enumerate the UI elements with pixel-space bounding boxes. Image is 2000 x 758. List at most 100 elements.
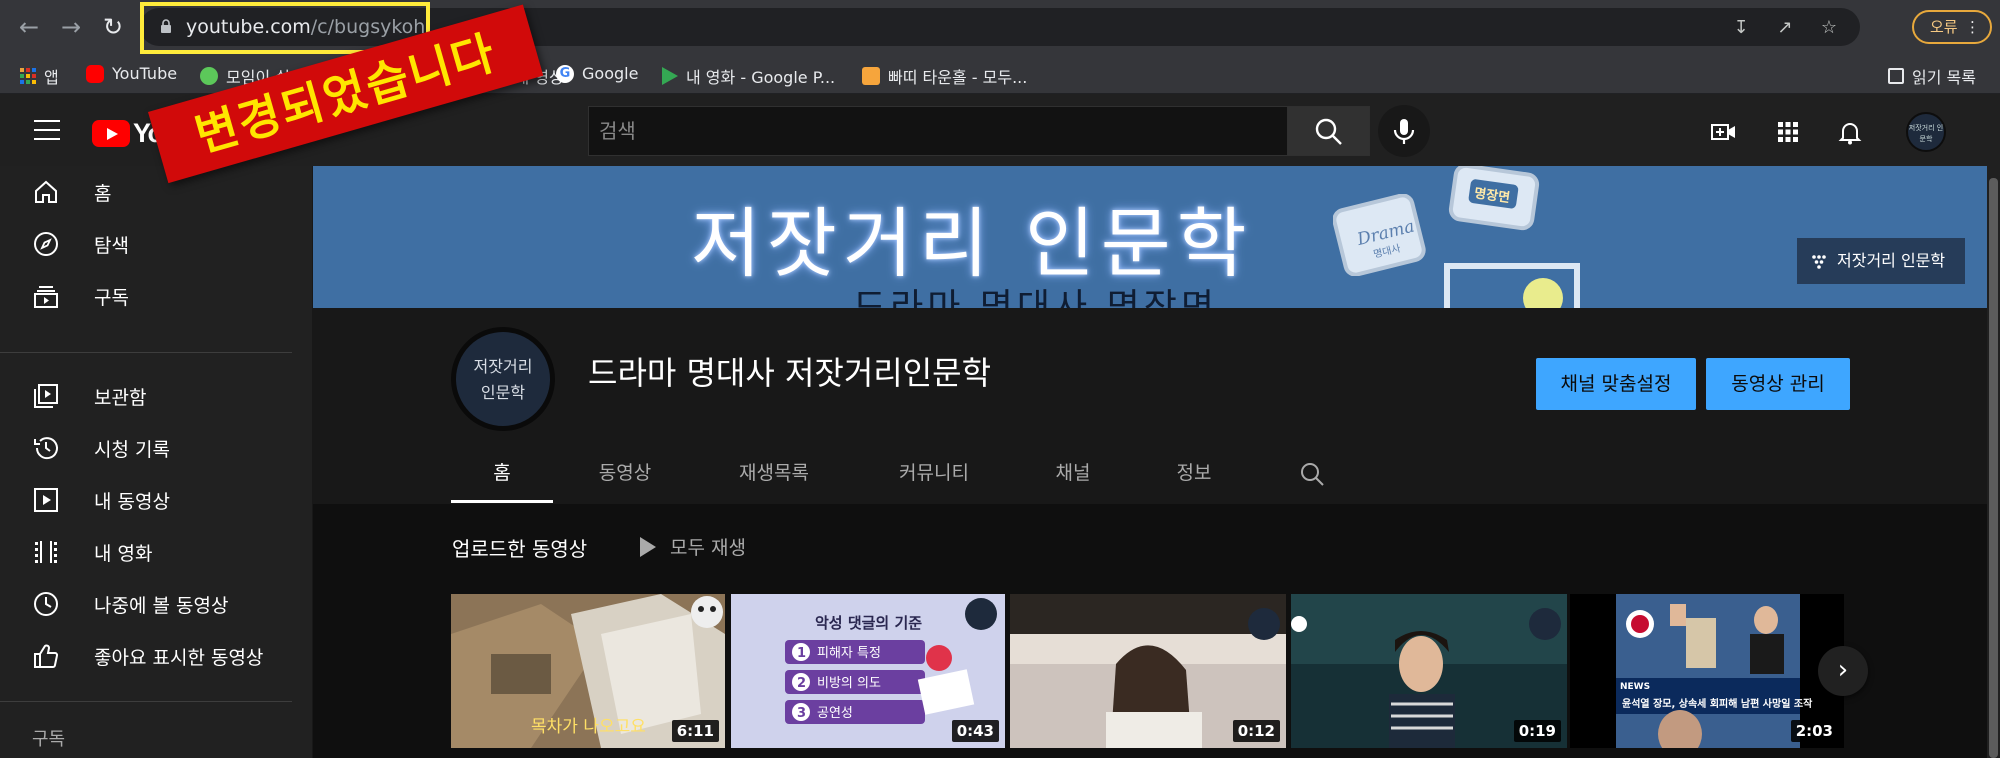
account-avatar[interactable]: 저잣거리 인문학 bbox=[1906, 112, 1946, 152]
google-icon: G bbox=[556, 64, 574, 83]
channel-avatar[interactable]: 저잣거리 인문학 bbox=[451, 327, 555, 431]
tab-channels[interactable]: 채널 bbox=[1040, 458, 1106, 485]
carousel-next-button[interactable]: › bbox=[1818, 646, 1868, 696]
svg-text:목차가 나오고요: 목차가 나오고요 bbox=[531, 717, 646, 737]
sidebar: 홈 탐색 구독 보관함 시청 기록 내 동영상 내 영화 나중에 볼 동영상 좋… bbox=[0, 166, 312, 758]
svg-text:3: 3 bbox=[797, 706, 806, 721]
play-store-icon bbox=[662, 67, 678, 85]
menu-dots-icon[interactable]: ⋮ bbox=[1965, 12, 1980, 42]
video-thumbnail[interactable]: 0:19 bbox=[1291, 594, 1567, 748]
svg-text:공연성: 공연성 bbox=[817, 706, 853, 721]
search-box[interactable] bbox=[588, 106, 1288, 156]
sidebar-item-explore[interactable]: 탐색 bbox=[0, 218, 312, 270]
monitor-illustration-icon bbox=[1444, 263, 1580, 308]
youtube-icon bbox=[86, 64, 104, 83]
tab-home[interactable]: 홈 bbox=[451, 458, 553, 485]
leaf-icon bbox=[200, 67, 218, 85]
svg-text:2: 2 bbox=[797, 676, 806, 691]
bookmark-google[interactable]: G Google bbox=[556, 64, 638, 83]
video-thumbnail[interactable]: 0:12 bbox=[1010, 594, 1286, 748]
search-icon bbox=[1315, 118, 1342, 145]
microphone-icon bbox=[1393, 119, 1415, 144]
parti-icon bbox=[862, 67, 880, 85]
apps-grid-icon[interactable] bbox=[1774, 118, 1802, 146]
banner-subtitle: 드라마 명대사 명장면 bbox=[853, 287, 1218, 308]
bookmark-google-play[interactable]: 내 영화 - Google P... bbox=[662, 64, 835, 88]
tab-playlists[interactable]: 재생목록 bbox=[722, 458, 826, 485]
sidebar-item-library[interactable]: 보관함 bbox=[0, 370, 312, 422]
thumbs-up-icon bbox=[34, 644, 59, 668]
sidebar-item-home[interactable]: 홈 bbox=[0, 166, 312, 218]
svg-text:NEWS: NEWS bbox=[1620, 682, 1650, 692]
sidebar-divider bbox=[0, 701, 292, 702]
reload-icon[interactable]: ↻ bbox=[98, 12, 128, 42]
apps-grid-icon bbox=[20, 68, 36, 84]
sidebar-item-my-videos[interactable]: 내 동영상 bbox=[0, 474, 312, 526]
page-scrollbar[interactable] bbox=[1987, 166, 2000, 758]
library-icon bbox=[34, 384, 58, 408]
compass-icon bbox=[34, 232, 58, 256]
tv-illustration-icon: Drama명대사 bbox=[1333, 194, 1426, 276]
video-duration: 2:03 bbox=[1790, 720, 1838, 742]
reading-list-icon bbox=[1888, 68, 1904, 84]
history-icon bbox=[34, 437, 58, 460]
sidebar-item-liked-videos[interactable]: 좋아요 표시한 동영상 bbox=[0, 630, 312, 682]
sidebar-item-my-movies[interactable]: 내 영화 bbox=[0, 526, 312, 578]
svg-text:피해자 특정: 피해자 특정 bbox=[817, 646, 881, 661]
youtube-play-icon bbox=[92, 120, 130, 147]
tab-community[interactable]: 커뮤니티 bbox=[884, 458, 984, 485]
uploads-title: 업로드한 동영상 bbox=[452, 537, 588, 561]
bookmark-apps[interactable]: 앱 bbox=[20, 64, 59, 88]
video-duration: 0:43 bbox=[951, 720, 999, 742]
tab-about[interactable]: 정보 bbox=[1164, 458, 1224, 485]
video-thumbnail[interactable]: NEWS 윤석열 장모, 상속세 회피해 남편 사망일 조작 2:03 bbox=[1570, 594, 1844, 748]
customize-channel-button[interactable]: 채널 맞춤설정 bbox=[1536, 358, 1696, 410]
scene-tv-icon: 명장면 bbox=[1448, 166, 1540, 231]
video-duration: 0:12 bbox=[1232, 720, 1280, 742]
video-duration: 6:11 bbox=[671, 720, 719, 742]
home-icon bbox=[35, 180, 57, 203]
sidebar-divider bbox=[0, 352, 292, 353]
my-videos-icon bbox=[34, 488, 58, 512]
share-icon[interactable]: ↗ bbox=[1774, 17, 1796, 39]
chevron-right-icon: › bbox=[1837, 655, 1849, 685]
watch-later-icon bbox=[34, 592, 58, 616]
svg-text:윤석열 장모, 상속세 회피해 남편 사망일 조작: 윤석열 장모, 상속세 회피해 남편 사망일 조작 bbox=[1622, 697, 1813, 710]
reading-list[interactable]: 읽기 목록 bbox=[1888, 64, 1976, 88]
create-video-icon[interactable] bbox=[1710, 118, 1738, 146]
play-all-button[interactable]: 모두 재생 bbox=[640, 533, 746, 560]
back-arrow-icon[interactable]: ← bbox=[14, 12, 44, 42]
film-icon bbox=[35, 541, 57, 563]
sidebar-item-history[interactable]: 시청 기록 bbox=[0, 422, 312, 474]
video-duration: 0:19 bbox=[1513, 720, 1561, 742]
menu-hamburger-icon[interactable] bbox=[34, 120, 60, 140]
svg-text:1: 1 bbox=[797, 646, 806, 661]
voice-search-button[interactable] bbox=[1378, 105, 1430, 157]
subscriptions-icon bbox=[34, 286, 58, 308]
sidebar-section-subscriptions: 구독 bbox=[32, 729, 66, 750]
bookmark-youtube[interactable]: YouTube bbox=[86, 64, 177, 83]
forward-arrow-icon[interactable]: → bbox=[56, 12, 86, 42]
channel-banner: 저잣거리 인문학 드라마 명대사 명장면 Drama 명대사 명장면 저잣거리 인… bbox=[313, 166, 1987, 308]
play-icon bbox=[640, 536, 656, 557]
tab-videos[interactable]: 동영상 bbox=[580, 458, 670, 485]
video-thumbnail[interactable]: 악성 댓글의 기준 1 피해자 특정 2 비방의 의도 3 공연성 0:43 bbox=[731, 594, 1005, 748]
search-button[interactable] bbox=[1287, 106, 1370, 156]
profile-error-button[interactable]: 오류 ⋮ bbox=[1912, 10, 1992, 44]
channel-name: 드라마 명대사 저잣거리인문학 bbox=[588, 354, 992, 392]
bookmark-parti[interactable]: 빠띠 타운홀 - 모두... bbox=[862, 64, 1027, 88]
sidebar-item-watch-later[interactable]: 나중에 볼 동영상 bbox=[0, 578, 312, 630]
notifications-bell-icon[interactable] bbox=[1836, 118, 1864, 146]
manage-videos-button[interactable]: 동영상 관리 bbox=[1706, 358, 1850, 410]
search-input[interactable] bbox=[589, 107, 1287, 155]
video-thumbnail[interactable]: 목차가 나오고요 6:11 bbox=[451, 594, 725, 748]
svg-text:비방의 의도: 비방의 의도 bbox=[817, 676, 881, 691]
scrollbar-thumb[interactable] bbox=[1989, 178, 1998, 758]
channel-search-icon[interactable] bbox=[1298, 460, 1326, 488]
sidebar-item-subscriptions[interactable]: 구독 bbox=[0, 270, 312, 322]
banner-link-button[interactable]: 저잣거리 인문학 bbox=[1797, 238, 1965, 284]
install-app-icon[interactable]: ↧ bbox=[1730, 17, 1752, 39]
bookmark-star-icon[interactable]: ☆ bbox=[1818, 17, 1840, 39]
banner-title: 저잣거리 인문학 bbox=[691, 199, 1253, 288]
svg-text:악성 댓글의 기준: 악성 댓글의 기준 bbox=[815, 614, 922, 632]
